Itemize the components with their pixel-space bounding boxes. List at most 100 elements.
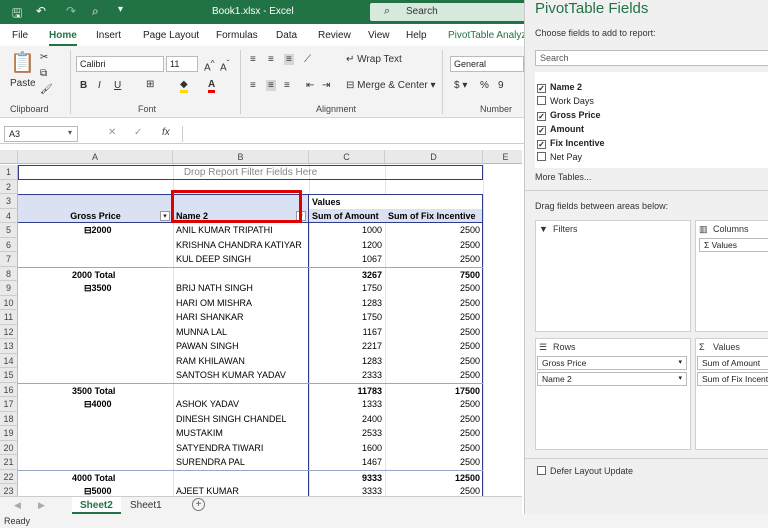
gross-price-cell[interactable] bbox=[18, 412, 173, 427]
incentive-cell[interactable]: 12500 bbox=[385, 469, 483, 485]
tab-file[interactable]: File bbox=[12, 30, 28, 41]
fill-color-icon[interactable]: ◆ bbox=[180, 79, 188, 93]
name-cell[interactable]: SURENDRA PAL bbox=[173, 455, 309, 470]
format-painter-icon[interactable]: 🖌 bbox=[40, 84, 53, 95]
field-item[interactable]: Net Pay bbox=[537, 152, 582, 162]
gross-price-cell[interactable] bbox=[18, 339, 173, 354]
amount-cell[interactable]: 1200 bbox=[309, 238, 385, 253]
enter-icon[interactable]: ✓ bbox=[134, 127, 142, 138]
incentive-cell[interactable]: 2500 bbox=[385, 238, 483, 253]
name-cell[interactable]: ASHOK YADAV bbox=[173, 397, 309, 412]
name-cell[interactable]: HARI SHANKAR bbox=[173, 310, 309, 325]
amount-cell[interactable]: 9333 bbox=[309, 469, 385, 485]
incentive-cell[interactable]: 2500 bbox=[385, 368, 483, 383]
row-header[interactable]: 2 bbox=[0, 179, 18, 194]
tab-data[interactable]: Data bbox=[276, 30, 297, 41]
name-cell[interactable]: MUNNA LAL bbox=[173, 325, 309, 340]
incentive-cell[interactable]: 2500 bbox=[385, 325, 483, 340]
gross-price-cell[interactable] bbox=[18, 325, 173, 340]
incentive-cell[interactable]: 2500 bbox=[385, 339, 483, 354]
amount-cell[interactable]: 2533 bbox=[309, 426, 385, 441]
align-middle-icon[interactable]: ≡ bbox=[268, 54, 274, 65]
tab-view[interactable]: View bbox=[368, 30, 390, 41]
redo-icon[interactable]: ↷ bbox=[66, 4, 76, 18]
amount-cell[interactable]: 1067 bbox=[309, 252, 385, 267]
font-name-box[interactable]: Calibri bbox=[76, 56, 164, 72]
tab-review[interactable]: Review bbox=[318, 30, 351, 41]
field-item[interactable]: ✓ Name 2 bbox=[537, 82, 582, 93]
row-header[interactable]: 5 bbox=[0, 223, 18, 238]
currency-icon[interactable]: $ ▾ bbox=[454, 80, 467, 91]
field-item[interactable]: ✓ Fix Incentive bbox=[537, 138, 605, 149]
defer-checkbox[interactable] bbox=[537, 466, 546, 475]
row-header[interactable]: 23 bbox=[0, 484, 18, 496]
copy-icon[interactable]: ⧉ bbox=[40, 68, 47, 79]
values-chip-sum-fix-incentive[interactable]: Sum of Fix Incentive bbox=[697, 372, 768, 386]
gross-price-cell[interactable]: ⊟4000 bbox=[18, 397, 173, 412]
comma-icon[interactable]: 9 bbox=[498, 80, 504, 91]
columns-chip-values[interactable]: Σ Values bbox=[699, 238, 768, 252]
rows-area[interactable] bbox=[535, 338, 691, 450]
tab-insert[interactable]: Insert bbox=[96, 30, 121, 41]
gross-price-cell[interactable]: 3500 Total bbox=[18, 382, 173, 398]
formula-input[interactable] bbox=[182, 126, 522, 142]
sheet-tab-sheet2[interactable]: Sheet2 bbox=[72, 497, 121, 514]
field-checkbox[interactable]: ✓ bbox=[537, 84, 546, 93]
sheet-tab-sheet1[interactable]: Sheet1 bbox=[124, 500, 168, 511]
values-label[interactable]: Values bbox=[309, 194, 483, 209]
percent-icon[interactable]: % bbox=[480, 80, 489, 91]
row-header[interactable]: 14 bbox=[0, 353, 18, 368]
orientation-icon[interactable]: ⟋ bbox=[304, 54, 311, 65]
undo-icon[interactable]: ↶ bbox=[36, 4, 46, 18]
rows-chip-gross-price[interactable]: Gross Price ▾ bbox=[537, 356, 687, 370]
incentive-cell[interactable]: 7500 bbox=[385, 266, 483, 282]
incentive-cell[interactable]: 2500 bbox=[385, 310, 483, 325]
borders-icon[interactable]: ⊞ bbox=[146, 79, 154, 90]
name-cell[interactable]: SATYENDRA TIWARI bbox=[173, 441, 309, 456]
amount-cell[interactable]: 3333 bbox=[309, 484, 385, 496]
amount-cell[interactable]: 1600 bbox=[309, 441, 385, 456]
row-header[interactable]: 11 bbox=[0, 310, 18, 325]
align-bottom-icon[interactable]: ≡ bbox=[284, 54, 294, 65]
gross-price-cell[interactable]: ⊟3500 bbox=[18, 281, 173, 296]
filter-dropdown-icon[interactable]: ▾ bbox=[160, 211, 170, 221]
pivot-header-sum-amount[interactable]: Sum of Amount bbox=[309, 208, 385, 223]
gross-price-cell[interactable] bbox=[18, 238, 173, 253]
columns-area[interactable] bbox=[695, 220, 768, 332]
align-right-icon[interactable]: ≡ bbox=[284, 80, 290, 91]
name-cell[interactable] bbox=[173, 382, 309, 398]
name-cell[interactable]: PAWAN SINGH bbox=[173, 339, 309, 354]
name-cell[interactable]: BRIJ NATH SINGH bbox=[173, 281, 309, 296]
name-cell[interactable]: ANIL KUMAR TRIPATHI bbox=[173, 223, 309, 238]
font-size-box[interactable]: 11 bbox=[166, 56, 198, 72]
next-sheet-icon[interactable]: ▶ bbox=[38, 500, 45, 511]
name-cell[interactable]: HARI OM MISHRA bbox=[173, 296, 309, 311]
row-header[interactable]: 13 bbox=[0, 339, 18, 354]
bold-icon[interactable]: B bbox=[80, 80, 87, 91]
field-item[interactable]: ✓ Amount bbox=[537, 124, 584, 135]
pivot-corner-cell[interactable] bbox=[18, 194, 173, 209]
incentive-cell[interactable]: 2500 bbox=[385, 441, 483, 456]
report-filter-dropzone[interactable]: Drop Report Filter Fields Here bbox=[18, 165, 483, 180]
font-color-icon[interactable]: A bbox=[208, 79, 216, 93]
amount-cell[interactable]: 1467 bbox=[309, 455, 385, 470]
gross-price-cell[interactable] bbox=[18, 296, 173, 311]
row-header[interactable]: 17 bbox=[0, 397, 18, 412]
amount-cell[interactable]: 2217 bbox=[309, 339, 385, 354]
amount-cell[interactable]: 1283 bbox=[309, 296, 385, 311]
amount-cell[interactable]: 2333 bbox=[309, 368, 385, 383]
customize-qat-icon[interactable]: ▾ bbox=[118, 4, 123, 15]
row-header[interactable]: 19 bbox=[0, 426, 18, 441]
tab-help[interactable]: Help bbox=[406, 30, 427, 41]
name-box-dropdown-icon[interactable]: ▾ bbox=[68, 128, 72, 137]
gross-price-cell[interactable] bbox=[18, 354, 173, 369]
chip-dropdown-icon[interactable]: ▾ bbox=[678, 374, 682, 382]
row-header[interactable]: 18 bbox=[0, 411, 18, 426]
filters-area[interactable] bbox=[535, 220, 691, 332]
gross-price-cell[interactable] bbox=[18, 426, 173, 441]
incentive-cell[interactable]: 2500 bbox=[385, 252, 483, 267]
paste-icon[interactable]: 📋 bbox=[10, 50, 35, 75]
incentive-cell[interactable]: 2500 bbox=[385, 223, 483, 238]
column-header-a[interactable]: A bbox=[18, 150, 173, 164]
row-header[interactable]: 22 bbox=[0, 469, 18, 484]
